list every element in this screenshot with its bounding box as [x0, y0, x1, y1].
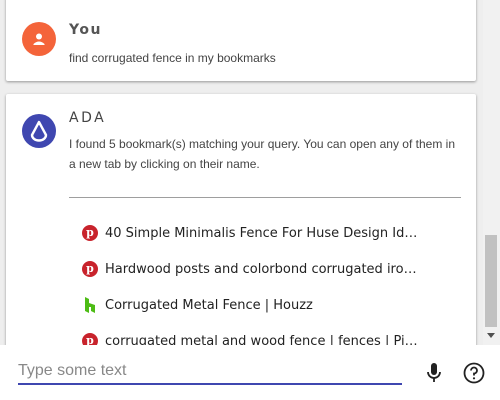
pinterest-icon: p: [82, 333, 98, 345]
help-icon: [463, 362, 485, 384]
bookmark-result-4[interactable]: p corrugated metal and wood fence | fenc…: [82, 323, 466, 345]
bookmark-result-label[interactable]: Hardwood posts and colorbond corrugated …: [105, 262, 466, 277]
mic-button[interactable]: [422, 361, 446, 385]
help-button[interactable]: [462, 361, 486, 385]
user-message-card: You find corrugated fence in my bookmark…: [6, 0, 476, 81]
assistant-message-card: ADA I found 5 bookmark(s) matching your …: [6, 94, 476, 345]
user-avatar: [22, 22, 56, 56]
pinterest-icon: p: [82, 225, 98, 241]
bookmark-result-label[interactable]: Corrugated Metal Fence | Houzz: [105, 298, 466, 313]
user-sender-name: You: [69, 22, 102, 38]
drop-icon: [30, 120, 48, 142]
assistant-avatar: [22, 114, 56, 148]
bookmark-result-label[interactable]: 40 Simple Minimalis Fence For Huse Desig…: [105, 226, 466, 241]
chat-area: You find corrugated fence in my bookmark…: [0, 0, 500, 345]
bookmark-result-2[interactable]: p Hardwood posts and colorbond corrugate…: [82, 251, 466, 287]
pinterest-icon: p: [82, 261, 98, 277]
bookmark-result-1[interactable]: p 40 Simple Minimalis Fence For Huse Des…: [82, 215, 466, 251]
scrollbar-thumb[interactable]: [485, 235, 497, 327]
input-bar: [0, 345, 500, 400]
person-icon: [33, 33, 45, 45]
scroll-down-arrow-icon[interactable]: [487, 333, 495, 338]
bookmark-result-label[interactable]: corrugated metal and wood fence | fences…: [105, 334, 466, 346]
scrollbar[interactable]: [483, 0, 500, 345]
houzz-icon: [82, 297, 98, 313]
bookmark-results: p 40 Simple Minimalis Fence For Huse Des…: [82, 215, 466, 345]
microphone-icon: [427, 363, 441, 382]
assistant-sender-name: ADA: [69, 110, 107, 126]
assistant-message-text: I found 5 bookmark(s) matching your quer…: [69, 137, 456, 171]
message-input[interactable]: [18, 359, 402, 385]
divider: [69, 197, 461, 198]
user-message-text: find corrugated fence in my bookmarks: [69, 51, 276, 65]
bookmark-result-3[interactable]: Corrugated Metal Fence | Houzz: [82, 287, 466, 323]
